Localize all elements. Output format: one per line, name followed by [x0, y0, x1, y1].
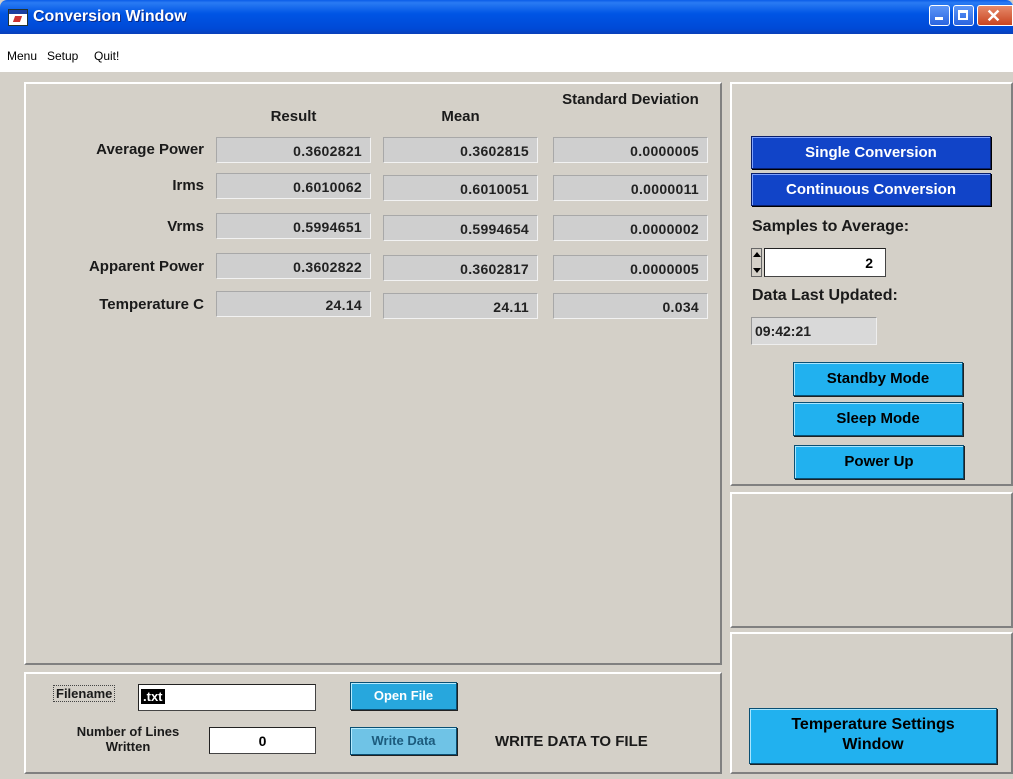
- average-power-result: 0.3602821: [216, 137, 371, 163]
- menu-item-setup[interactable]: Setup: [47, 49, 78, 63]
- write-data-to-file-label: WRITE DATA TO FILE: [495, 733, 648, 750]
- row-label-irms: Irms: [172, 177, 204, 194]
- filename-label: Filename: [53, 685, 116, 702]
- row-label-average-power: Average Power: [96, 141, 204, 158]
- lines-written-value: 0: [209, 727, 316, 754]
- close-button[interactable]: ✕: [977, 5, 1013, 26]
- last-updated-time: 09:42:21: [751, 317, 877, 345]
- title-bar: Conversion Window ✕: [0, 0, 1013, 34]
- temperature-std: 0.034: [553, 293, 708, 319]
- open-file-button[interactable]: Open File: [350, 682, 457, 710]
- app-icon: [8, 9, 28, 26]
- vrms-mean: 0.5994654: [383, 215, 538, 241]
- sleep-mode-button[interactable]: Sleep Mode: [793, 402, 963, 436]
- window-title: Conversion Window: [33, 8, 187, 25]
- samples-stepper[interactable]: [751, 248, 762, 277]
- apparent-power-result: 0.3602822: [216, 253, 371, 279]
- irms-std: 0.0000011: [553, 175, 708, 201]
- power-up-button[interactable]: Power Up: [794, 445, 964, 479]
- column-header-std: Standard Deviation: [562, 91, 699, 108]
- temperature-settings-button[interactable]: Temperature Settings Window: [749, 708, 997, 764]
- apparent-power-mean: 0.3602817: [383, 255, 538, 281]
- apparent-power-std: 0.0000005: [553, 255, 708, 281]
- irms-result: 0.6010062: [216, 173, 371, 199]
- samples-to-average-label: Samples to Average:: [752, 218, 910, 235]
- filename-value: .txt: [141, 689, 165, 704]
- samples-input[interactable]: 2: [764, 248, 886, 277]
- filename-input[interactable]: .txt: [138, 684, 316, 711]
- stepper-down-icon[interactable]: [753, 268, 761, 273]
- stepper-up-icon[interactable]: [753, 252, 761, 257]
- maximize-icon: [958, 10, 968, 20]
- continuous-conversion-button[interactable]: Continuous Conversion: [751, 173, 991, 206]
- menu-item-menu[interactable]: Menu: [7, 49, 37, 63]
- temperature-result: 24.14: [216, 291, 371, 317]
- minimize-icon: [935, 17, 943, 20]
- results-panel: [24, 82, 722, 665]
- irms-mean: 0.6010051: [383, 175, 538, 201]
- row-label-vrms: Vrms: [167, 218, 204, 235]
- lines-written-label: Number of Lines Written: [76, 724, 180, 754]
- maximize-button[interactable]: [953, 5, 974, 26]
- average-power-mean: 0.3602815: [383, 137, 538, 163]
- vrms-result: 0.5994651: [216, 213, 371, 239]
- menu-bar: Menu Setup Quit!: [0, 34, 1013, 72]
- column-header-result: Result: [270, 108, 317, 125]
- write-data-button[interactable]: Write Data: [350, 727, 457, 755]
- row-label-apparent-power: Apparent Power: [88, 258, 204, 275]
- temperature-mean: 24.11: [383, 293, 538, 319]
- average-power-std: 0.0000005: [553, 137, 708, 163]
- menu-item-quit[interactable]: Quit!: [94, 49, 119, 63]
- vrms-std: 0.0000002: [553, 215, 708, 241]
- data-last-updated-label: Data Last Updated:: [752, 287, 898, 304]
- column-header-mean: Mean: [441, 108, 480, 125]
- close-icon: ✕: [986, 6, 1002, 26]
- row-label-temperature: Temperature C: [99, 296, 204, 313]
- empty-panel: [730, 492, 1013, 628]
- standby-mode-button[interactable]: Standby Mode: [793, 362, 963, 396]
- single-conversion-button[interactable]: Single Conversion: [751, 136, 991, 169]
- minimize-button[interactable]: [929, 5, 950, 26]
